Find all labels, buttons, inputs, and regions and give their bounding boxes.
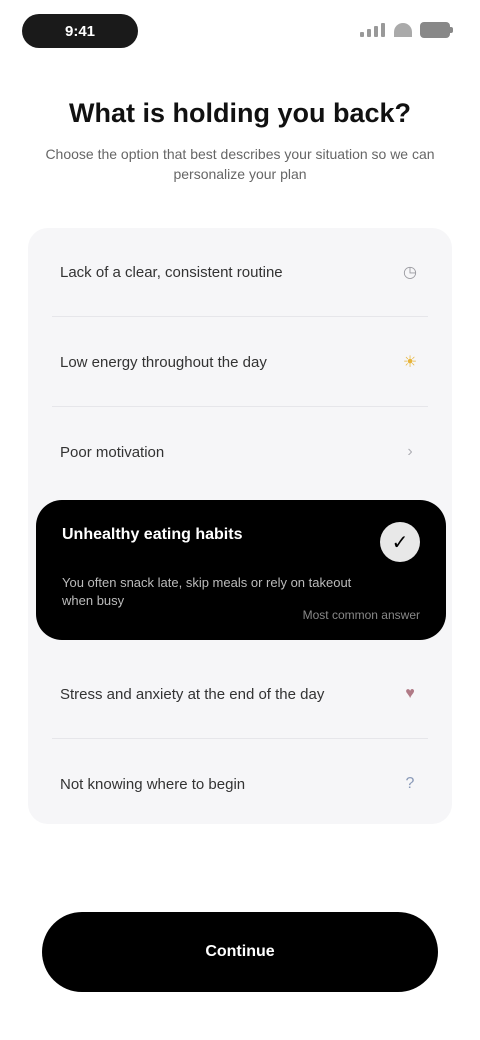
check-icon: ✓ (380, 522, 420, 562)
question-icon: ? (405, 775, 415, 792)
status-icons (360, 22, 453, 38)
option-label: Low energy throughout the day (60, 353, 267, 371)
option-label: Not knowing where to begin (60, 775, 246, 793)
divider (52, 738, 428, 739)
wifi-icon (394, 23, 412, 37)
option-row-begin[interactable]: Not knowing where to begin ? (28, 740, 452, 828)
option-row-routine[interactable]: Lack of a clear, consistent routine ◷ (28, 228, 452, 316)
divider (52, 316, 428, 317)
option-label: Lack of a clear, consistent routine (60, 263, 283, 281)
selected-option-meta: Most common answer (302, 608, 420, 622)
chevron-icon: › (407, 443, 413, 460)
signal-icon (360, 23, 386, 37)
status-time: 9:41 (22, 14, 138, 48)
option-row-motivation[interactable]: Poor motivation › (28, 408, 452, 496)
continue-button[interactable]: Continue (42, 912, 438, 992)
divider (52, 406, 428, 407)
clock-icon: ◷ (403, 264, 417, 281)
status-bar: 9:41 (0, 0, 480, 64)
option-label: Poor motivation (60, 443, 165, 461)
heart-icon: ♥ (405, 685, 415, 702)
option-label: Stress and anxiety at the end of the day (60, 685, 325, 703)
sun-icon: ☀ (402, 354, 418, 371)
option-row-selected[interactable]: Unhealthy eating habits ✓ You often snac… (36, 500, 446, 640)
page-subtitle: Choose the option that best describes yo… (45, 146, 435, 182)
page-title: What is holding you back? (68, 98, 411, 128)
option-row-energy[interactable]: Low energy throughout the day ☀ (28, 318, 452, 406)
selected-option-description: You often snack late, skip meals or rely… (62, 575, 352, 608)
header: What is holding you back? Choose the opt… (40, 96, 440, 184)
battery-icon (420, 22, 453, 38)
selected-option-label: Unhealthy eating habits (62, 526, 243, 543)
option-row-stress[interactable]: Stress and anxiety at the end of the day… (28, 650, 452, 738)
